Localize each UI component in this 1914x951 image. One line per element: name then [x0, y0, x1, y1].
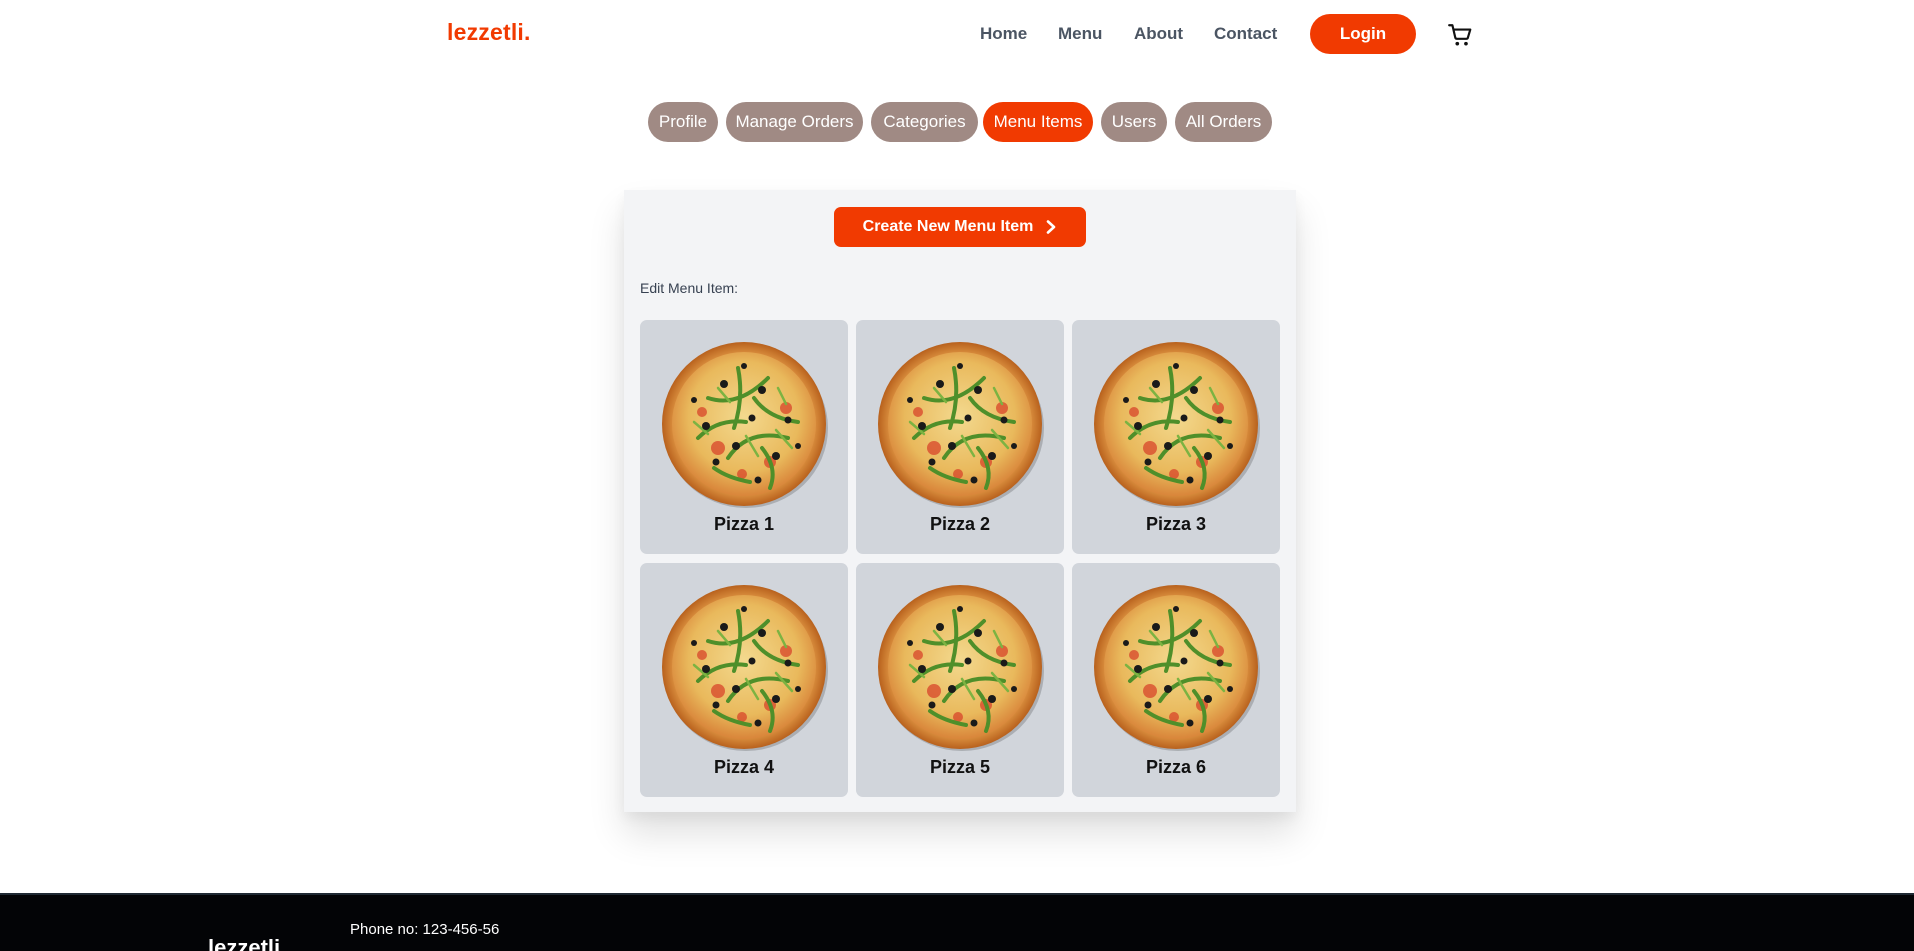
nav-link-about[interactable]: About — [1134, 24, 1183, 44]
pizza-image — [1094, 585, 1260, 751]
site-logo[interactable]: lezzetli. — [447, 19, 531, 46]
nav-link-contact[interactable]: Contact — [1214, 24, 1277, 44]
pizza-image — [878, 585, 1044, 751]
nav-link-home[interactable]: Home — [980, 24, 1027, 44]
menu-item-name: Pizza 1 — [713, 514, 775, 534]
tab-categories[interactable]: Categories — [871, 102, 978, 142]
menu-item-card[interactable]: Pizza 4 — [640, 563, 848, 797]
tab-profile[interactable]: Profile — [648, 102, 718, 142]
tab-users[interactable]: Users — [1101, 102, 1167, 142]
footer-phone: Phone no: 123-456-56 — [350, 921, 500, 938]
tab-menu-items[interactable]: Menu Items — [983, 102, 1093, 142]
menu-item-card[interactable]: Pizza 6 — [1072, 563, 1280, 797]
login-button[interactable]: Login — [1310, 14, 1416, 54]
menu-item-card[interactable]: Pizza 3 — [1072, 320, 1280, 554]
tab-manage-orders[interactable]: Manage Orders — [726, 102, 863, 142]
create-button-label: Create New Menu Item — [862, 218, 1034, 235]
menu-item-card[interactable]: Pizza 1 — [640, 320, 848, 554]
menu-item-card[interactable]: Pizza 2 — [856, 320, 1064, 554]
chevron-right-icon — [1047, 220, 1056, 234]
pizza-image — [1094, 342, 1260, 508]
cart-icon[interactable] — [1447, 22, 1473, 48]
pizza-image — [878, 342, 1044, 508]
menu-item-name: Pizza 4 — [713, 757, 775, 777]
menu-item-name: Pizza 5 — [929, 757, 991, 777]
menu-item-name: Pizza 3 — [1145, 514, 1207, 534]
site-footer: lezzetli. Phone no: 123-456-56 — [0, 893, 1914, 951]
pizza-image — [662, 342, 828, 508]
nav-link-menu[interactable]: Menu — [1058, 24, 1102, 44]
create-menu-item-button[interactable]: Create New Menu Item — [834, 207, 1086, 247]
menu-items-panel: Create New Menu Item Edit Menu Item: Piz… — [624, 190, 1296, 812]
menu-item-name: Pizza 6 — [1145, 757, 1207, 777]
pizza-image — [662, 585, 828, 751]
menu-item-name: Pizza 2 — [929, 514, 991, 534]
menu-item-card[interactable]: Pizza 5 — [856, 563, 1064, 797]
edit-menu-item-label: Edit Menu Item: — [640, 280, 739, 296]
tab-all-orders[interactable]: All Orders — [1175, 102, 1272, 142]
site-header: lezzetli. Home Menu About Contact Login — [0, 0, 1914, 70]
